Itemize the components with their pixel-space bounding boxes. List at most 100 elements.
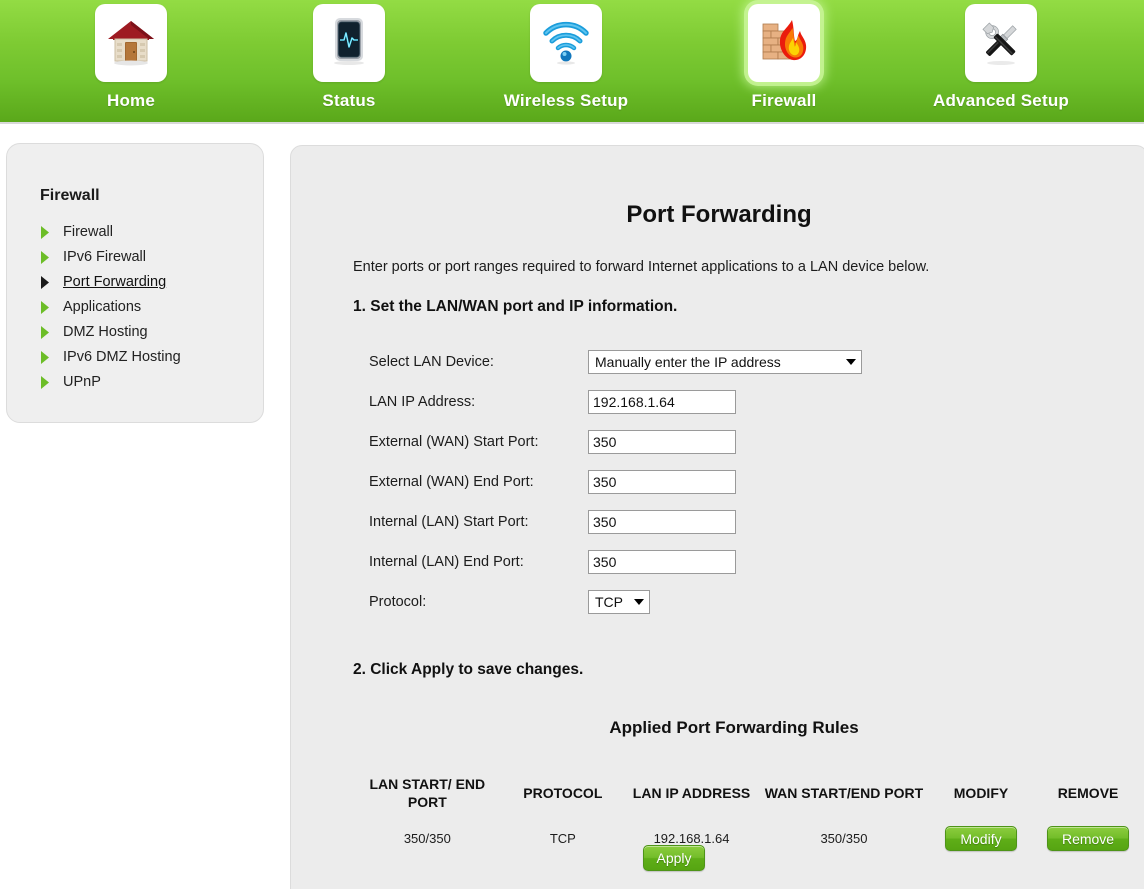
select-lan-device-dropdown[interactable]: Manually enter the IP address — [588, 350, 862, 374]
field-row-wan-end-port: External (WAN) End Port: — [291, 462, 1144, 502]
top-navigation-bar: Home Status Wireless Setup Firewall Adva… — [0, 0, 1144, 124]
sidebar-item-label: UPnP — [63, 374, 101, 391]
field-row-lan-start-port: Internal (LAN) Start Port: — [291, 502, 1144, 542]
arrow-right-icon — [40, 226, 50, 239]
nav-item-status[interactable]: Status — [284, 4, 414, 111]
sidebar-item-upnp[interactable]: UPnP — [40, 370, 250, 395]
wan-start-port-input[interactable] — [588, 430, 736, 454]
nav-tile-home — [95, 4, 167, 82]
nav-tile-advanced-setup — [965, 4, 1037, 82]
main-content-panel: Port Forwarding Enter ports or port rang… — [290, 145, 1144, 889]
sidebar-item-port-forwarding[interactable]: Port Forwarding — [40, 270, 250, 295]
cell-modify: Modify — [929, 821, 1033, 856]
sidebar-item-ipv6-firewall[interactable]: IPv6 Firewall — [40, 245, 250, 270]
nav-label-wireless-setup: Wireless Setup — [503, 91, 629, 110]
nav-item-firewall[interactable]: Firewall — [719, 4, 849, 111]
arrow-right-icon — [40, 276, 50, 289]
home-icon — [104, 14, 158, 73]
chevron-down-icon — [846, 359, 856, 365]
lan-start-port-control — [588, 510, 736, 534]
field-row-protocol: Protocol: TCP — [291, 582, 1144, 622]
rules-table-body: 350/350 TCP 192.168.1.64 350/350 Modify … — [353, 821, 1143, 856]
cell-lan-start-end-port: 350/350 — [403, 831, 451, 846]
header-protocol: PROTOCOL — [523, 784, 603, 801]
cell-wan-start-end-port: 350/350 — [820, 831, 868, 846]
arrow-right-icon — [40, 251, 50, 264]
nav-tile-firewall — [748, 4, 820, 82]
cell-protocol: TCP — [549, 831, 576, 846]
sidebar-item-label: IPv6 DMZ Hosting — [63, 349, 181, 366]
tools-icon — [974, 14, 1028, 73]
field-row-lan-end-port: Internal (LAN) End Port: — [291, 542, 1144, 582]
lan-start-port-label: Internal (LAN) Start Port: — [369, 514, 529, 530]
router-admin-page: Home Status Wireless Setup Firewall Adva… — [0, 0, 1144, 889]
wan-end-port-control — [588, 470, 736, 494]
cell-remove: Remove — [1033, 821, 1143, 856]
sidebar-item-ipv6-dmz-hosting[interactable]: IPv6 DMZ Hosting — [40, 345, 250, 370]
nav-item-home[interactable]: Home — [66, 4, 196, 111]
monitor-pulse-icon — [322, 14, 376, 73]
sidebar-title: Firewall — [40, 187, 100, 204]
wan-start-port-label: External (WAN) Start Port: — [369, 434, 539, 450]
lan-ip-address-input[interactable] — [588, 390, 736, 414]
select-lan-device-label: Select LAN Device: — [369, 354, 494, 370]
sidebar-item-dmz-hosting[interactable]: DMZ Hosting — [40, 320, 250, 345]
rules-table-header-row: LAN START/ END PORT PROTOCOL LAN IP ADDR… — [353, 774, 1143, 821]
sidebar-item-label: Firewall — [63, 224, 113, 241]
header-modify: MODIFY — [953, 784, 1009, 801]
page-description: Enter ports or port ranges required to f… — [353, 259, 930, 275]
nav-tile-status — [313, 4, 385, 82]
sidebar-item-applications[interactable]: Applications — [40, 295, 250, 320]
lan-end-port-label: Internal (LAN) End Port: — [369, 554, 524, 570]
protocol-dropdown[interactable]: TCP — [588, 590, 650, 614]
applied-rules-title: Applied Port Forwarding Rules — [609, 718, 859, 737]
firewall-flame-icon — [757, 14, 811, 73]
remove-button[interactable]: Remove — [1047, 826, 1130, 851]
page-title: Port Forwarding — [626, 201, 812, 228]
field-row-wan-start-port: External (WAN) Start Port: — [291, 422, 1144, 462]
arrow-right-icon — [40, 301, 50, 314]
select-lan-device-control: Manually enter the IP address — [588, 350, 862, 374]
wan-end-port-input[interactable] — [588, 470, 736, 494]
top-nav-items: Home Status Wireless Setup Firewall Adva… — [0, 0, 1144, 122]
protocol-label: Protocol: — [369, 594, 427, 610]
nav-tile-wireless-setup — [530, 4, 602, 82]
header-lan-ip-address: LAN IP ADDRESS — [632, 784, 751, 801]
cell-lan-ip-address: 192.168.1.64 — [653, 831, 730, 846]
wan-end-port-label: External (WAN) End Port: — [369, 474, 534, 490]
sidebar-menu: Firewall IPv6 Firewall Port Forwarding A… — [40, 220, 250, 395]
modify-button[interactable]: Modify — [944, 826, 1017, 851]
lan-end-port-input[interactable] — [588, 550, 736, 574]
wifi-icon — [539, 14, 593, 73]
nav-label-status: Status — [322, 91, 376, 110]
sidebar-item-label: DMZ Hosting — [63, 324, 148, 341]
sidebar-item-label: Applications — [63, 299, 142, 316]
arrow-right-icon — [40, 351, 50, 364]
protocol-control: TCP — [588, 590, 650, 614]
lan-ip-address-control — [588, 390, 736, 414]
sidebar: Firewall Firewall IPv6 Firewall Port For… — [6, 143, 264, 423]
header-lan-start-end-port: LAN START/ END PORT — [369, 776, 486, 810]
nav-label-home: Home — [106, 91, 156, 110]
protocol-value: TCP — [595, 594, 623, 610]
arrow-right-icon — [40, 326, 50, 339]
lan-ip-address-label: LAN IP Address: — [369, 394, 476, 410]
lan-start-port-input[interactable] — [588, 510, 736, 534]
sidebar-item-firewall[interactable]: Firewall — [40, 220, 250, 245]
arrow-right-icon — [40, 376, 50, 389]
step-2-heading: 2. Click Apply to save changes. — [353, 661, 584, 678]
nav-label-advanced-setup: Advanced Setup — [933, 91, 1069, 110]
sidebar-item-label: IPv6 Firewall — [63, 249, 146, 266]
sidebar-item-label: Port Forwarding — [63, 274, 167, 291]
table-row: 350/350 TCP 192.168.1.64 350/350 Modify … — [353, 821, 1143, 856]
applied-rules-table: LAN START/ END PORT PROTOCOL LAN IP ADDR… — [353, 774, 1143, 856]
select-lan-device-value: Manually enter the IP address — [595, 354, 781, 370]
nav-item-advanced-setup[interactable]: Advanced Setup — [933, 4, 1069, 111]
header-wan-start-end-port: WAN START/END PORT — [764, 784, 924, 801]
lan-end-port-control — [588, 550, 736, 574]
chevron-down-icon — [634, 599, 644, 605]
port-forwarding-form: Select LAN Device: Manually enter the IP… — [291, 342, 1144, 622]
header-remove: REMOVE — [1057, 784, 1119, 801]
rules-table-head: LAN START/ END PORT PROTOCOL LAN IP ADDR… — [353, 774, 1143, 821]
nav-item-wireless-setup[interactable]: Wireless Setup — [501, 4, 631, 111]
